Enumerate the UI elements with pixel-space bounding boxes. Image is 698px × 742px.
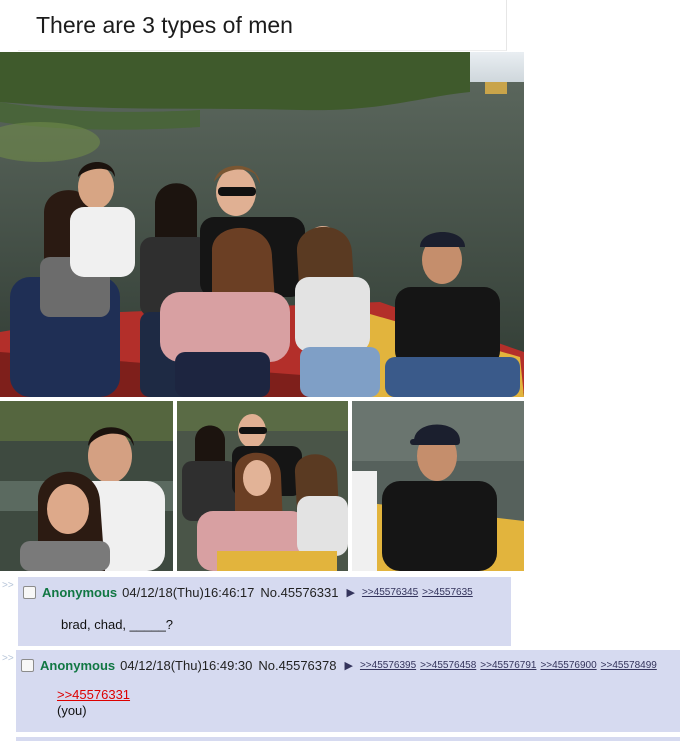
quote-link[interactable]: >>45576331 (57, 687, 130, 702)
reply-post: Anonymous 04/12/18(Thu)16:46:17 No.45576… (18, 577, 511, 646)
next-post-edge (16, 737, 680, 741)
post-message: (you) (57, 703, 87, 718)
post-side-arrow: >> (2, 580, 14, 591)
backlink[interactable]: >>45576345 (362, 587, 418, 598)
post-select-checkbox[interactable] (23, 586, 36, 599)
crop-photo-group (177, 401, 348, 571)
post-datetime: 04/12/18(Thu)16:46:17 (122, 585, 255, 600)
post-side-arrow: >> (2, 653, 14, 664)
backlink[interactable]: >>45576900 (540, 660, 596, 671)
backlink[interactable]: >>45578499 (601, 660, 657, 671)
post-header: Anonymous 04/12/18(Thu)16:46:17 No.45576… (23, 585, 477, 600)
post-number[interactable]: No.45576331 (260, 585, 338, 600)
post-message: brad, chad, _____? (61, 617, 174, 632)
backlink[interactable]: >>45576395 (360, 660, 416, 671)
post-datetime: 04/12/18(Thu)16:49:30 (120, 658, 253, 673)
post-number[interactable]: No.45576378 (258, 658, 336, 673)
post-select-checkbox[interactable] (21, 659, 34, 672)
post-menu-arrow-icon[interactable]: ▶ (344, 659, 352, 672)
group-photo-main (0, 52, 524, 397)
backlink[interactable]: >>4557635 (422, 587, 473, 598)
backlink[interactable]: >>45576791 (480, 660, 536, 671)
backlink[interactable]: >>45576458 (420, 660, 476, 671)
poster-name: Anonymous (40, 658, 116, 673)
post-menu-arrow-icon[interactable]: ▶ (346, 586, 354, 599)
crop-photo-third-man (352, 401, 524, 571)
crop-photo-couple (0, 401, 173, 571)
meme-caption-card: There are 3 types of men (18, 0, 507, 51)
reply-post: Anonymous 04/12/18(Thu)16:49:30 No.45576… (16, 650, 680, 732)
meme-caption: There are 3 types of men (36, 12, 293, 38)
post-header: Anonymous 04/12/18(Thu)16:49:30 No.45576… (21, 658, 661, 673)
poster-name: Anonymous (42, 585, 118, 600)
